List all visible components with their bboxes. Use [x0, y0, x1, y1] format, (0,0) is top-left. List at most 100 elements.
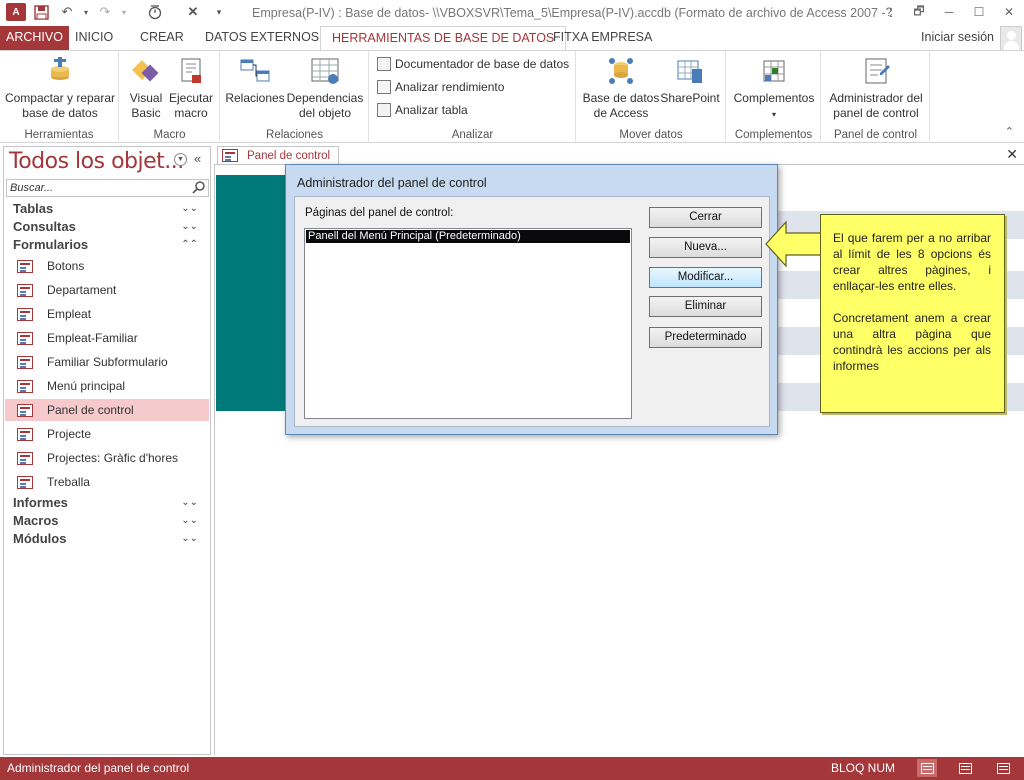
- undo-icon[interactable]: ↶: [56, 2, 78, 22]
- callout-paragraph-2: Concretament anem a crear una altra pàgi…: [833, 311, 991, 373]
- undo-dropdown-icon[interactable]: ▾: [82, 2, 90, 22]
- relationships-label: Relaciones: [225, 91, 285, 105]
- form-icon: [222, 149, 238, 162]
- collapse-ribbon-icon[interactable]: ⌃: [1005, 125, 1014, 138]
- visual-basic-button[interactable]: Visual Basic: [126, 55, 166, 121]
- form-icon: [17, 379, 33, 393]
- maximize-icon[interactable]: ☐: [964, 0, 994, 24]
- close-window-icon[interactable]: ✕: [994, 0, 1024, 24]
- switchboard-pages-list[interactable]: Panell del Menú Principal (Predeterminad…: [304, 228, 632, 419]
- nav-category-modulos[interactable]: Módulos: [13, 531, 66, 546]
- nav-form-label: Projecte: [47, 427, 92, 441]
- layout-view-button[interactable]: [955, 759, 975, 777]
- access-database-label-2: de Access: [593, 106, 649, 120]
- nav-form-label: Menú principal: [47, 379, 126, 393]
- make-default-button[interactable]: Predeterminado: [649, 327, 762, 348]
- close-database-icon[interactable]: ✕: [182, 2, 204, 22]
- object-dependencies-label-2: del objeto: [298, 106, 352, 120]
- list-item[interactable]: Panell del Menú Principal (Predeterminad…: [306, 230, 630, 243]
- touch-mode-icon[interactable]: [144, 2, 166, 22]
- expand-macros-icon[interactable]: ⌄⌄: [181, 515, 198, 526]
- save-icon[interactable]: [30, 2, 52, 22]
- compact-repair-label-2: base de datos: [22, 106, 98, 120]
- relationships-button[interactable]: Relaciones: [225, 55, 285, 106]
- sharepoint-button[interactable]: SharePoint: [659, 55, 721, 106]
- run-macro-button[interactable]: Ejecutar macro: [168, 55, 214, 121]
- sign-in-link[interactable]: Iniciar sesión: [921, 30, 994, 44]
- nav-form-empleat[interactable]: Empleat: [5, 303, 209, 325]
- form-teal-panel: [216, 175, 290, 411]
- form-icon: [17, 331, 33, 345]
- nav-form-treballa[interactable]: Treballa: [5, 471, 209, 493]
- callout-arrow-icon: [765, 220, 825, 268]
- redo-dropdown-icon[interactable]: ▾: [120, 2, 128, 22]
- analyze-performance-button[interactable]: Analizar rendimiento: [377, 80, 504, 94]
- group-analizar: Documentador de base de datos Analizar r…: [370, 51, 576, 143]
- close-document-icon[interactable]: ✕: [1006, 146, 1018, 163]
- design-view-button[interactable]: [993, 759, 1013, 777]
- database-documenter-button[interactable]: Documentador de base de datos: [377, 57, 569, 71]
- expand-consultas-icon[interactable]: ⌄⌄: [181, 221, 198, 232]
- nav-category-macros[interactable]: Macros: [13, 513, 59, 528]
- new-button[interactable]: Nueva...: [649, 237, 762, 258]
- compact-repair-button[interactable]: Compactar y reparar base de datos: [4, 55, 116, 121]
- nav-form-empleat-familiar[interactable]: Empleat-Familiar: [5, 327, 209, 349]
- nav-form-projectes-grafic[interactable]: Projectes: Gràfic d'hores: [5, 447, 209, 469]
- tab-inicio[interactable]: INICIO: [64, 26, 124, 50]
- object-dependencies-label-1: Dependencias: [286, 91, 364, 105]
- access-database-button[interactable]: Base de datos de Access: [581, 55, 661, 121]
- nav-menu-dropdown-icon[interactable]: ▼: [174, 153, 187, 166]
- nav-category-consultas[interactable]: Consultas: [13, 219, 76, 234]
- add-ins-button[interactable]: Complementos ▾: [729, 55, 819, 122]
- expand-modulos-icon[interactable]: ⌄⌄: [181, 533, 198, 544]
- switchboard-manager-button[interactable]: Administrador del panel de control: [824, 55, 928, 121]
- layout-view-icon: [958, 762, 972, 774]
- expand-tablas-icon[interactable]: ⌄⌄: [181, 203, 198, 214]
- nav-form-menu-principal[interactable]: Menú principal: [5, 375, 209, 397]
- group-panel-control: Administrador del panel de control Panel…: [822, 51, 930, 143]
- annotation-callout: El que farem per a no arribar al límit d…: [820, 214, 1005, 413]
- help-icon[interactable]: ?: [874, 0, 904, 24]
- search-icon[interactable]: [192, 180, 206, 194]
- nav-category-tablas[interactable]: Tablas: [13, 201, 53, 216]
- edit-button[interactable]: Modificar...: [649, 267, 762, 288]
- form-icon: [17, 427, 33, 441]
- ribbon-tabs: ARCHIVO INICIO CREAR DATOS EXTERNOS HERR…: [0, 26, 1024, 50]
- nav-form-projecte[interactable]: Projecte: [5, 423, 209, 445]
- ribbon-display-icon[interactable]: 🗗: [904, 0, 934, 24]
- redo-icon[interactable]: ↷: [94, 2, 116, 22]
- analyze-table-button[interactable]: Analizar tabla: [377, 103, 468, 117]
- close-button[interactable]: Cerrar: [649, 207, 762, 228]
- document-tab-panel-de-control[interactable]: Panel de control: [217, 146, 339, 164]
- run-macro-icon: [181, 58, 201, 83]
- form-view-button[interactable]: [917, 759, 937, 777]
- customize-qat-icon[interactable]: ▾: [208, 2, 230, 22]
- collapse-formularios-icon[interactable]: ⌃⌃: [181, 239, 198, 250]
- nav-form-familiar-subformulario[interactable]: Familiar Subformulario: [5, 351, 209, 373]
- analyze-table-icon: [377, 103, 391, 117]
- tab-fitxa-empresa[interactable]: FITXA EMPRESA: [542, 26, 663, 50]
- form-view-icon: [920, 762, 934, 774]
- tab-archivo[interactable]: ARCHIVO: [0, 26, 69, 50]
- tab-datos-externos[interactable]: DATOS EXTERNOS: [194, 26, 330, 50]
- nav-form-botons[interactable]: Botons: [5, 255, 209, 277]
- tab-herramientas-base-datos[interactable]: HERRAMIENTAS DE BASE DE DATOS: [320, 26, 567, 50]
- nav-category-formularios[interactable]: Formularios: [13, 237, 88, 252]
- delete-button[interactable]: Eliminar: [649, 296, 762, 317]
- shutter-bar-close-icon[interactable]: «: [194, 151, 201, 166]
- expand-informes-icon[interactable]: ⌄⌄: [181, 497, 198, 508]
- minimize-icon[interactable]: ─: [934, 0, 964, 24]
- tab-crear[interactable]: CREAR: [129, 26, 195, 50]
- nav-search-input[interactable]: Buscar...: [6, 179, 209, 197]
- switchboard-manager-label-1: Administrador del: [829, 91, 923, 105]
- nav-form-label: Familiar Subformulario: [47, 355, 168, 369]
- nav-form-panel-de-control[interactable]: Panel de control: [5, 399, 209, 421]
- nav-form-departament[interactable]: Departament: [5, 279, 209, 301]
- nav-pane-title[interactable]: Todos los objet...: [9, 149, 184, 174]
- group-label-panel-control: Panel de control: [833, 129, 918, 141]
- nav-category-informes[interactable]: Informes: [13, 495, 68, 510]
- user-avatar-icon[interactable]: [1000, 26, 1022, 52]
- num-lock-indicator: BLOQ NUM: [831, 761, 896, 775]
- title-bar: A ↶ ▾ ↷ ▾ ✕ ▾ Empresa(P-IV) : Base de da…: [0, 0, 1024, 26]
- object-dependencies-button[interactable]: Dependencias del objeto: [286, 55, 364, 121]
